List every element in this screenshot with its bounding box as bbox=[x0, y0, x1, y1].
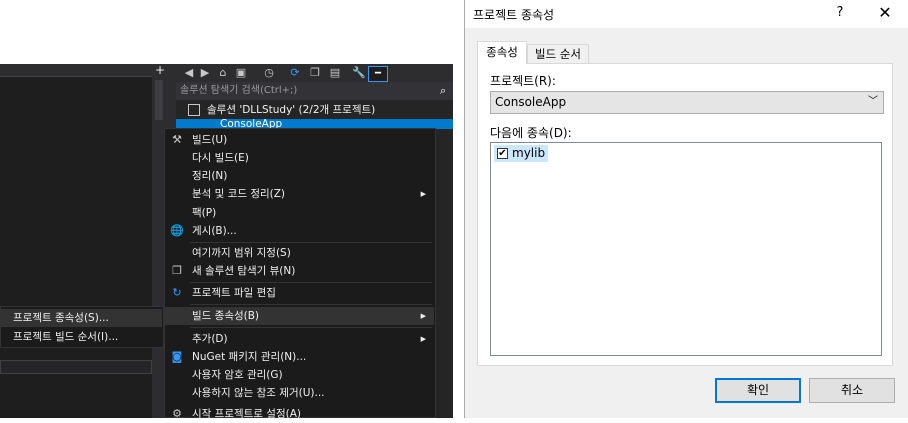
show-all-files-icon[interactable]: ▤ bbox=[328, 66, 342, 80]
search-icon[interactable]: ⌕ bbox=[440, 84, 452, 98]
menu-item-manage-nuget[interactable]: ◙ NuGet 패키지 관리(N)... bbox=[164, 348, 434, 366]
solution-explorer-search-input[interactable]: 솔루션 탐색기 검색(Ctrl+;) bbox=[176, 82, 453, 100]
menu-item-pack[interactable]: 팩(P) bbox=[164, 204, 434, 222]
menu-item-clean[interactable]: 정리(N) bbox=[164, 167, 434, 185]
solution-icon bbox=[188, 104, 200, 116]
menu-separator bbox=[190, 304, 432, 305]
menu-item-rebuild[interactable]: 다시 빌드(E) bbox=[164, 149, 434, 167]
menu-item-new-explorer-view[interactable]: ❐ 새 솔루션 탐색기 뷰(N) bbox=[164, 262, 434, 280]
menu-item-label: 시작 프로젝트로 설정(A) bbox=[192, 408, 301, 420]
menu-item-set-startup-project[interactable]: ⚙ 시작 프로젝트로 설정(A) bbox=[164, 405, 434, 423]
submenu-arrow-icon: ▶ bbox=[420, 312, 426, 320]
tab-build-order[interactable]: 빌드 순서 bbox=[527, 44, 589, 64]
menu-item-label: 빌드(U) bbox=[192, 134, 228, 146]
menu-item-build[interactable]: ⚒ 빌드(U) bbox=[164, 131, 434, 149]
menu-item-label: 빌드 종속성(B) bbox=[192, 310, 260, 322]
forward-icon[interactable]: ▶ bbox=[198, 66, 212, 80]
desktop-background bbox=[0, 0, 464, 64]
submenu-item-label: 프로젝트 종속성(S)... bbox=[13, 312, 109, 324]
menu-item-manage-user-secrets[interactable]: 사용자 암호 관리(G) bbox=[164, 366, 434, 384]
menu-item-label: 여기까지 범위 지정(S) bbox=[192, 247, 291, 259]
project-select[interactable]: ConsoleApp bbox=[490, 91, 884, 114]
submenu-item-label: 프로젝트 빌드 순서(I)... bbox=[13, 331, 119, 343]
menu-item-label: 새 솔루션 탐색기 뷰(N) bbox=[192, 265, 296, 277]
menu-item-label: 분석 및 코드 정리(Z) bbox=[192, 188, 286, 200]
menu-item-publish[interactable]: 🌐 게시(B)... bbox=[164, 222, 434, 240]
dependencies-list bbox=[490, 142, 882, 356]
menu-item-remove-unused-references[interactable]: 사용하지 않는 참조 제거(U)... bbox=[164, 384, 434, 402]
back-icon[interactable]: ◀ bbox=[182, 66, 196, 80]
menu-item-label: 팩(P) bbox=[192, 207, 217, 219]
collapse-all-icon[interactable]: ❐ bbox=[308, 66, 322, 80]
preview-toggle-icon[interactable]: ━ bbox=[368, 66, 388, 82]
menu-item-label: NuGet 패키지 관리(N)... bbox=[192, 351, 307, 363]
menu-item-add[interactable]: 추가(D) ▶ bbox=[164, 330, 434, 348]
close-icon[interactable]: ✕ bbox=[876, 3, 894, 23]
gear-icon: ⚙ bbox=[172, 407, 182, 420]
solution-node[interactable]: 솔루션 'DLLStudy' (2/2개 프로젝트) bbox=[176, 102, 453, 119]
menu-item-build-dependencies[interactable]: 빌드 종속성(B) ▶ bbox=[164, 307, 434, 325]
globe-icon: 🌐 bbox=[170, 224, 184, 237]
menu-separator bbox=[190, 327, 432, 328]
home-icon[interactable]: ⌂ bbox=[216, 66, 230, 80]
menu-item-label: 추가(D) bbox=[192, 333, 228, 345]
menu-item-edit-project-file[interactable]: ↻ 프로젝트 파일 편집 bbox=[164, 284, 434, 302]
editor-scrollbar-thumb[interactable] bbox=[155, 80, 163, 120]
switch-views-icon[interactable]: ▣ bbox=[234, 66, 248, 80]
ok-button[interactable]: 확인 bbox=[715, 378, 801, 403]
editor-bottom-bar bbox=[0, 360, 152, 374]
menu-separator bbox=[190, 242, 432, 243]
menu-item-label: 다시 빌드(E) bbox=[192, 152, 249, 164]
submenu-item-project-dependencies[interactable]: 프로젝트 종속성(S)... bbox=[0, 309, 162, 327]
menu-item-label: 사용하지 않는 참조 제거(U)... bbox=[192, 387, 325, 399]
menu-item-label: 정리(N) bbox=[192, 170, 228, 182]
solution-node-label: 솔루션 'DLLStudy' (2/2개 프로젝트) bbox=[207, 104, 376, 116]
menu-item-label: 프로젝트 파일 편집 bbox=[192, 287, 276, 299]
submenu-item-project-build-order[interactable]: 프로젝트 빌드 순서(I)... bbox=[0, 328, 162, 346]
menu-item-label: 게시(B)... bbox=[192, 225, 237, 237]
dialog-title: 프로젝트 종속성 bbox=[473, 8, 555, 22]
submenu-arrow-icon: ▶ bbox=[420, 190, 426, 198]
depends-on-label: 다음에 종속(D): bbox=[490, 126, 572, 140]
menu-item-label: 사용자 암호 관리(G) bbox=[192, 369, 283, 381]
editor-tab-strip bbox=[0, 64, 152, 77]
split-plus-icon[interactable]: + bbox=[153, 64, 167, 76]
help-button[interactable]: ? bbox=[833, 4, 847, 22]
pending-changes-icon[interactable]: ◷ bbox=[262, 66, 276, 80]
properties-wrench-icon[interactable]: 🔧 bbox=[352, 66, 366, 80]
sync-icon[interactable]: ⟳ bbox=[288, 66, 302, 80]
build-icon: ⚒ bbox=[172, 133, 182, 146]
nuget-icon: ◙ bbox=[171, 350, 183, 363]
menu-item-scope-to-this[interactable]: 여기까지 범위 지정(S) bbox=[164, 244, 434, 262]
menu-item-analyze[interactable]: 분석 및 코드 정리(Z) ▶ bbox=[164, 185, 434, 203]
dependency-label: mylib bbox=[512, 146, 546, 160]
chevron-down-icon[interactable]: ﹀ bbox=[866, 95, 880, 109]
project-label: 프로젝트(R): bbox=[490, 74, 556, 88]
cancel-button[interactable]: 취소 bbox=[809, 378, 895, 403]
refresh-icon: ↻ bbox=[172, 286, 182, 299]
tab-dependencies[interactable]: 종속성 bbox=[477, 41, 527, 64]
menu-separator bbox=[190, 282, 432, 283]
dependency-checkbox[interactable]: ✔ bbox=[497, 148, 508, 159]
new-view-icon: ❐ bbox=[172, 264, 182, 277]
submenu-arrow-icon: ▶ bbox=[420, 335, 426, 343]
